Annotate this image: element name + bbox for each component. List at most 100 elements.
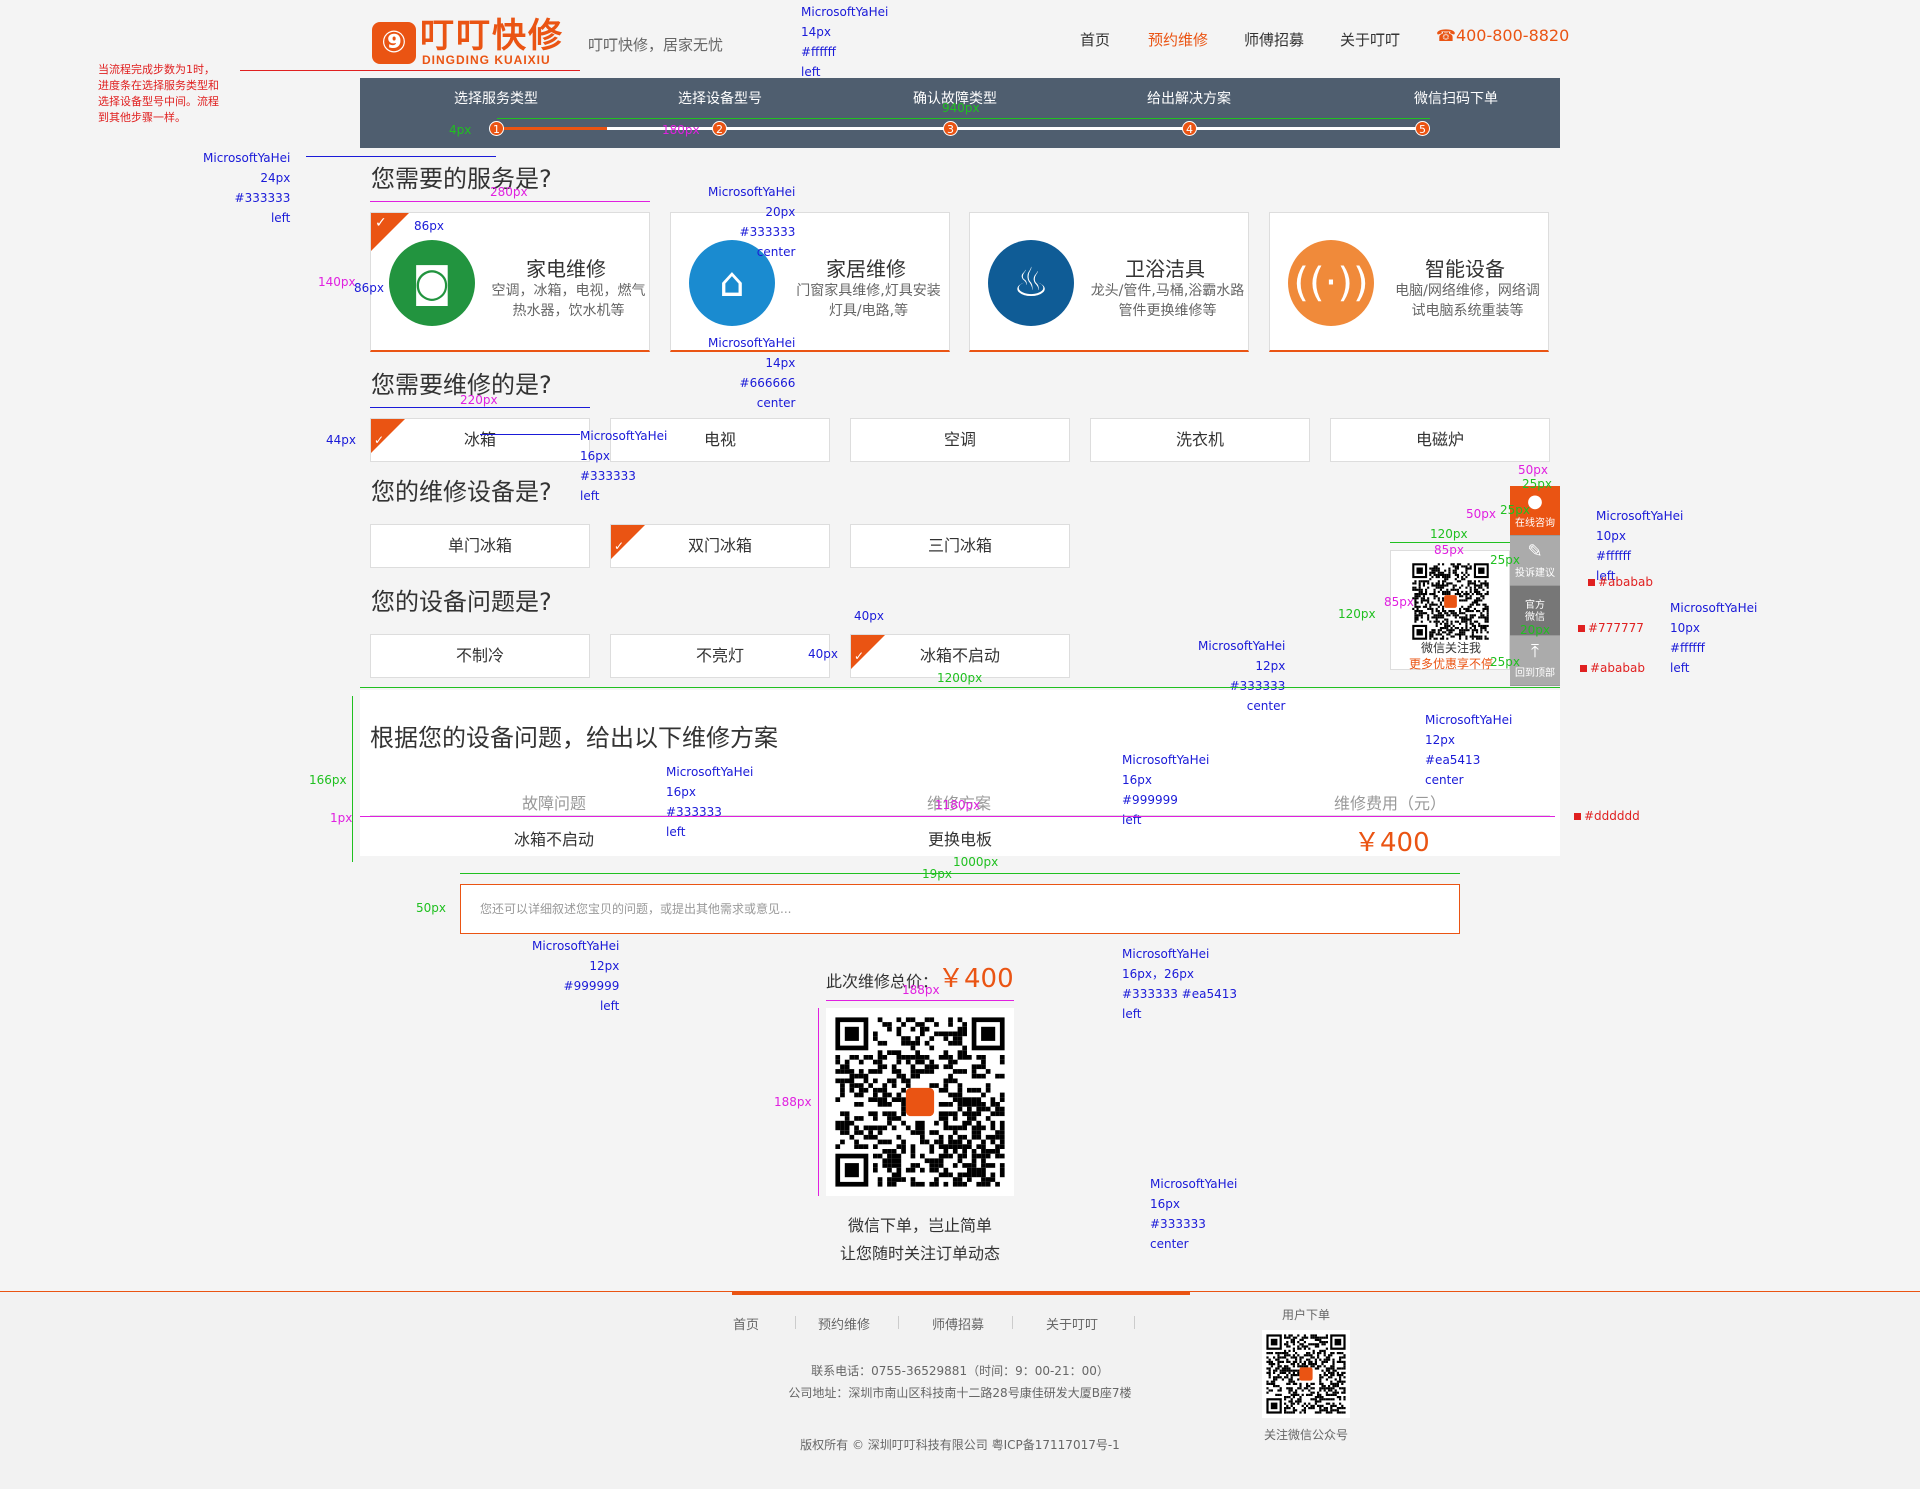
footer-contact: 联系电话：0755-36529881（时间：9：00-21：00） xyxy=(811,1364,1109,1378)
footer-nav-home[interactable]: 首页 xyxy=(733,1314,759,1333)
nav-booking[interactable]: 预约维修 xyxy=(1148,29,1208,50)
qr-caption: 微信下单，岂止简单 让您随时关注订单动态 xyxy=(820,1212,1020,1268)
wifi-signal-icon: ((·)) xyxy=(1288,240,1374,326)
footer-nav-recruit[interactable]: 师傅招募 xyxy=(932,1314,984,1333)
total-value: ￥400 xyxy=(938,964,1014,994)
option-label: 电磁炉 xyxy=(1415,430,1464,449)
nav-recruit[interactable]: 师傅招募 xyxy=(1244,29,1304,50)
dim-label: 50px xyxy=(1518,463,1548,477)
chat-bubble-icon: ● xyxy=(1527,491,1543,512)
check-icon: ✓ xyxy=(374,433,385,447)
progress-steps: 选择服务类型 选择设备型号 确认故障类型 给出解决方案 微信扫码下单 xyxy=(360,78,1560,148)
side-item-top[interactable]: ⤒ 回到顶部 xyxy=(1510,636,1560,686)
device-option-triple[interactable]: 三门冰箱 xyxy=(850,524,1070,568)
service-card-title: 家电维修 xyxy=(526,257,606,281)
check-icon: ✓ xyxy=(375,215,387,231)
total-price: 此次维修总价：￥400 xyxy=(826,958,1014,995)
phone-number[interactable]: ☎400-800-8820 xyxy=(1436,26,1569,45)
repair-option-tv[interactable]: 电视 xyxy=(610,418,830,462)
annotation-total-font: MicrosoftYaHei 16px，26px #333333 #ea5413… xyxy=(1122,947,1238,1021)
house-wrench-icon: ⌂ xyxy=(689,240,775,326)
color-swatch xyxy=(1574,813,1581,820)
selected-corner: ✓ xyxy=(371,419,405,453)
service-card-home[interactable]: ⌂ 家居维修 门窗家具维修,灯具安装灯具/电路,等 xyxy=(670,212,950,352)
step-dot-5: 5 xyxy=(1415,121,1430,136)
dim-line xyxy=(818,1008,819,1196)
side-item-chat[interactable]: ● 在线咨询 xyxy=(1510,486,1560,536)
footer-nav-booking[interactable]: 预约维修 xyxy=(818,1314,870,1333)
dim-label: 44px xyxy=(326,433,356,447)
step-label-4: 给出解决方案 xyxy=(1147,91,1231,107)
logo-icon: ⑨ xyxy=(372,22,416,64)
option-label: 不制冷 xyxy=(455,646,504,665)
annotation-color-ababab: #ababab xyxy=(1588,572,1653,592)
footer-nav-about[interactable]: 关于叮叮 xyxy=(1046,1314,1098,1333)
qr-code xyxy=(1412,563,1489,640)
dim-label: 120px xyxy=(1338,607,1376,621)
service-card-appliance[interactable]: ✓ ◙ 家电维修 空调，冰箱，电视，燃气热水器，饮水机等 xyxy=(370,212,650,352)
problem-option-1[interactable]: 不制冷 xyxy=(370,634,590,678)
annotation-leader xyxy=(480,434,580,435)
side-item-feedback[interactable]: ✎ 投诉建议 xyxy=(1510,536,1560,586)
annotation-color-ababab-2: #ababab xyxy=(1580,658,1645,678)
logo-subtext: DINGDING KUAIXIU xyxy=(422,53,551,67)
problem-option-3[interactable]: ✓ 冰箱不启动 xyxy=(850,634,1070,678)
dim-label: 166px xyxy=(309,773,347,787)
repair-title: 您需要维修的是? xyxy=(371,371,552,399)
solution-price: ￥400 xyxy=(1354,828,1430,858)
option-label: 洗衣机 xyxy=(1175,430,1224,449)
option-label: 双门冰箱 xyxy=(687,536,752,555)
dim-label: 140px xyxy=(318,275,356,289)
side-item-wechat[interactable]: 官方 微信 xyxy=(1510,586,1560,636)
selected-corner: ✓ xyxy=(851,635,885,669)
step-dot-2: 2 xyxy=(712,121,727,136)
repair-option-washer[interactable]: 洗衣机 xyxy=(1090,418,1310,462)
annotation-side-font-1: MicrosoftYaHei 10px #ffffff left xyxy=(1596,509,1684,583)
remarks-textarea[interactable]: 您还可以详细叙述您宝贝的问题，或提出其他需求或意见... xyxy=(460,884,1460,934)
repair-option-induction[interactable]: 电磁炉 xyxy=(1330,418,1550,462)
service-card-smart[interactable]: ((·)) 智能设备 电脑/网络维修，网络调试电脑系统重装等 xyxy=(1269,212,1549,352)
problem-option-2[interactable]: 不亮灯 xyxy=(610,634,830,678)
divider xyxy=(898,1316,899,1329)
step-label-1: 选择服务类型 xyxy=(454,91,538,107)
dim-line xyxy=(370,201,650,202)
footer: 首页 预约维修 师傅招募 关于叮叮 联系电话：0755-36529881（时间：… xyxy=(0,1291,1920,1489)
check-icon: ✓ xyxy=(614,539,625,553)
solution-panel: 根据您的设备问题，给出以下维修方案 故障问题 维修方案 维修费用（元） 冰箱不启… xyxy=(360,690,1560,858)
selected-corner: ✓ xyxy=(371,213,409,251)
logo-text: 叮叮快修 xyxy=(420,16,564,56)
side-item-label: 微信 xyxy=(1525,612,1545,623)
solution-header-price: 维修费用（元） xyxy=(1334,794,1447,813)
step-dot-3: 3 xyxy=(943,121,958,136)
service-card-desc: 门窗家具维修,灯具安装灯具/电路,等 xyxy=(796,283,941,319)
solution-header-fault: 故障问题 xyxy=(522,794,587,813)
camera-appliance-icon: ◙ xyxy=(389,240,475,326)
solution-fault: 冰箱不启动 xyxy=(514,830,595,849)
footer-qr-caption: 关注微信公众号 xyxy=(1263,1428,1348,1442)
device-option-single[interactable]: 单门冰箱 xyxy=(370,524,590,568)
total-label: 此次维修总价： xyxy=(826,972,939,991)
dim-line xyxy=(352,696,353,862)
dim-line xyxy=(826,1000,1014,1001)
dim-label: 1px xyxy=(330,811,353,825)
nav-about[interactable]: 关于叮叮 xyxy=(1340,29,1400,50)
repair-option-fridge[interactable]: ✓ 冰箱 xyxy=(370,418,590,462)
nav-home[interactable]: 首页 xyxy=(1080,29,1110,50)
repair-option-ac[interactable]: 空调 xyxy=(850,418,1070,462)
dim-line xyxy=(360,816,1555,817)
device-option-double[interactable]: ✓ 双门冰箱 xyxy=(610,524,830,568)
annotation-steps-font: MicrosoftYaHei 14px #ffffff left xyxy=(801,5,889,79)
side-item-label: 在线咨询 xyxy=(1515,518,1555,529)
problem-title: 您的设备问题是? xyxy=(371,588,552,616)
service-title: 您需要的服务是? xyxy=(371,165,552,193)
annotation-textarea-font: MicrosoftYaHei 12px #999999 left xyxy=(532,939,620,1013)
popup-line1: 微信关注我 xyxy=(1420,641,1481,655)
solution-header-plan: 维修方案 xyxy=(927,794,992,813)
option-label: 电视 xyxy=(703,430,736,449)
phone-text: 400-800-8820 xyxy=(1455,26,1570,45)
footer-accent-bar xyxy=(732,1292,1190,1295)
annotation-progress-note: 当流程完成步数为1时， 进度条在选择服务类型和 选择设备型号中间。流程 到其他步… xyxy=(98,63,219,124)
edit-icon: ✎ xyxy=(1527,541,1543,562)
qr-code xyxy=(1262,1330,1350,1418)
service-card-bathroom[interactable]: ♨ 卫浴洁具 龙头/管件,马桶,浴霸水路管件更换维修等 xyxy=(969,212,1249,352)
